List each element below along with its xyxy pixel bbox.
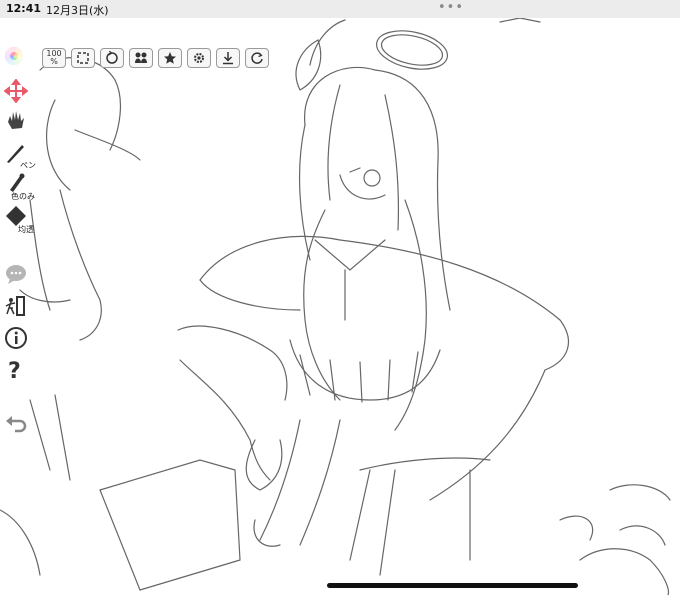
download-icon — [223, 52, 233, 65]
layers-button[interactable] — [129, 48, 153, 68]
gear-icon — [194, 53, 204, 63]
drawing-canvas[interactable]: 100% ペン 色のみ 均透 ? — [0, 18, 680, 595]
star-icon — [164, 52, 176, 64]
speech-bubble-icon — [6, 265, 26, 284]
move-tool[interactable] — [3, 78, 29, 104]
redo-button[interactable] — [245, 48, 269, 68]
question-mark-icon: ? — [8, 359, 21, 384]
favorite-button[interactable] — [158, 48, 182, 68]
home-indicator[interactable] — [327, 583, 578, 588]
fit-screen-button[interactable] — [71, 48, 95, 68]
redo-icon — [251, 52, 263, 64]
svg-text:?: ? — [8, 359, 21, 381]
zoom-100-icon: 100% — [46, 49, 62, 66]
info-icon — [5, 327, 27, 349]
help-button[interactable]: ? — [4, 357, 28, 384]
settings-button[interactable] — [187, 48, 211, 68]
zoom-100-button[interactable]: 100% — [42, 48, 66, 68]
fit-screen-icon — [77, 52, 89, 64]
rotate-icon — [106, 51, 118, 64]
status-time: 12:41 — [6, 2, 42, 15]
exit-icon — [5, 296, 25, 316]
multitask-dots[interactable]: ••• — [438, 0, 464, 15]
rotate-button[interactable] — [100, 48, 124, 68]
comment-button[interactable] — [4, 262, 28, 286]
status-date: 12月3日(水) — [46, 4, 109, 17]
undo-icon — [6, 416, 27, 433]
undo-button[interactable] — [4, 412, 28, 436]
move-arrows-icon — [3, 78, 29, 104]
status-bar: 12:41 12月3日(水) ••• — [0, 0, 680, 18]
download-button[interactable] — [216, 48, 240, 68]
layers-icon — [135, 52, 147, 63]
color-only-label: 色のみ — [11, 192, 35, 201]
hand-icon — [8, 111, 24, 129]
info-button[interactable] — [4, 326, 28, 350]
exit-button[interactable] — [4, 294, 28, 318]
transparent-label: 均透 — [18, 225, 34, 234]
sketch-artwork — [0, 18, 671, 595]
hand-tool[interactable] — [4, 108, 28, 132]
color-picker-button[interactable] — [5, 47, 23, 65]
